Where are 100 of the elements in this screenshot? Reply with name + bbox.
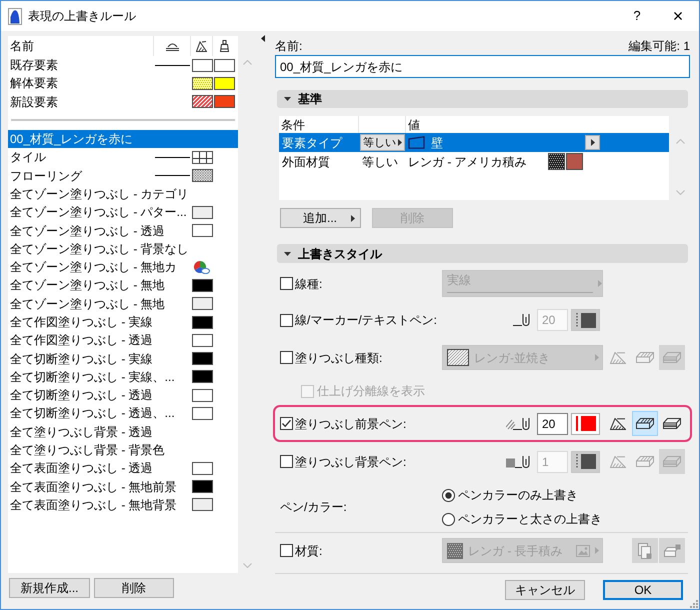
checkbox-label[interactable]: 塗りつぶし背景ペン: [295,454,406,470]
radio-button[interactable] [442,512,455,526]
value-menu-button[interactable] [585,135,600,150]
pen-icon [513,314,530,326]
disclosure-triangle-icon [284,97,291,101]
checkbox-label[interactable]: 塗りつぶし種類: [295,350,382,366]
rule-list-item[interactable]: 全て切断塗りつぶし - 実線 [8,349,238,368]
resize-grip-icon[interactable] [690,600,698,608]
checkbox[interactable] [280,417,293,430]
caret-right-icon [595,547,599,554]
rule-list-item[interactable]: 全てゾーン塗りつぶし - 無地 [8,294,238,313]
hatch-pen-icon [506,418,530,430]
hatch-pattern-icon [447,349,469,366]
column-header: 条件 [281,116,305,132]
shaded-slab-icon [663,352,681,363]
slab-icon [664,544,680,557]
collapse-arrow-icon[interactable] [261,35,265,42]
rule-list-item[interactable]: 全て表面塗りつぶし - 無地前景 [8,478,238,496]
field-label: ペン/カラー: [280,500,347,514]
new-button[interactable]: 新規作成... [9,578,90,598]
rule-list-item[interactable]: 全てゾーン塗りつぶし - 背景なし [8,240,238,258]
hatched-slab-icon [636,418,654,429]
radio-label[interactable]: ペンカラーのみ上書き [458,487,578,503]
section-header[interactable]: 基準 [277,90,688,108]
rule-list-item[interactable]: 全て塗りつぶし背景 - 透過 [8,422,238,441]
ok-button[interactable]: OK [603,580,683,600]
checkbox-label[interactable]: 材質: [295,542,322,558]
criteria-row[interactable]: 要素タイプ 等しい 壁 [279,133,669,152]
operator-button[interactable]: 等しい [360,134,405,151]
material-action-button[interactable] [659,538,685,563]
rule-list-item[interactable]: 全て塗りつぶし背景 - 背景色 [8,440,238,460]
tile-grid-icon [192,150,212,164]
field-label: 名前: [275,38,302,54]
column-header: 値 [408,116,420,132]
rule-list-item[interactable]: フローリング [8,166,238,185]
close-button[interactable]: × [657,1,699,31]
rule-list-item[interactable]: 既存要素 [8,56,238,74]
caret-right-icon [351,214,355,222]
table-cell: レンガ - アメリカ積み [408,154,527,170]
pages-icon [638,542,652,558]
shaded-slab-icon [663,418,681,429]
pen-number-field[interactable]: 20 [537,412,568,434]
rule-list-item[interactable]: 全て表面塗りつぶし - 透過 [8,459,238,478]
rule-list-item[interactable]: 全て切断塗りつぶし - 透過、... [8,404,238,423]
shaded-slab-icon [663,456,681,467]
rule-list-item[interactable]: 全てゾーン塗りつぶし - パター... [8,203,238,222]
radio-button[interactable] [442,488,455,502]
pen-color-button[interactable] [571,309,600,331]
rule-list-item[interactable]: 全て切断塗りつぶし - 透過 [8,386,238,404]
cancel-button[interactable]: キャンセル [505,580,585,600]
radio-label[interactable]: ペンカラーと太さの上書き [458,511,602,527]
line-sample-icon [447,292,593,293]
rule-list-item[interactable]: 解体要素 [8,74,238,93]
hatch-triangle-icon [610,352,626,364]
rule-list-item[interactable]: 全てゾーン塗りつぶし - 無地 [8,276,238,295]
rule-list-item[interactable]: 全てゾーン塗りつぶし - カテゴリ [8,184,238,204]
checkbox-label[interactable]: 塗りつぶし前景ペン: [295,416,406,432]
window-title: 表現の上書きルール [28,8,136,24]
rule-list-item[interactable]: 00_材質_レンガを赤に [8,130,238,148]
rule-list-item[interactable]: 全て表面塗りつぶし - 無地背景 [8,496,238,514]
fill-mode-button[interactable] [632,411,658,436]
color-wheel-icon [194,260,210,274]
rule-list-item[interactable]: タイル [8,148,238,166]
checkbox[interactable] [280,314,293,326]
edit-count: 編集可能: 1 [628,38,690,54]
criteria-row[interactable]: 外面材質 等しい レンガ - アメリカ積み [279,152,669,171]
column-header: 名前 [10,38,34,54]
table-cell: 壁 [431,134,443,150]
pen-color-button[interactable] [571,412,600,434]
help-button[interactable]: ? [617,1,657,31]
empty-swatch-icon [192,388,212,402]
checkbox[interactable] [280,455,293,468]
checkbox-label[interactable]: 線種: [295,276,322,292]
delete-button[interactable]: 削除 [94,578,174,598]
image-icon [576,544,590,556]
disclosure-triangle-icon [284,252,291,256]
checkbox[interactable] [280,351,293,364]
marker-icon [220,40,228,52]
quadrilateral-icon [408,136,425,149]
empty-swatch-icon [192,406,212,420]
add-button[interactable]: 追加... [280,208,361,228]
square-pen-icon [506,456,530,468]
material-action-button[interactable] [632,538,658,563]
caret-right-icon [595,354,599,361]
rule-list-item[interactable]: 全て切断塗りつぶし - 実線、... [8,368,238,386]
checkbox-label[interactable]: 線/マーカー/テキストペン: [295,312,438,328]
rule-list-item[interactable]: 新設要素 [8,92,238,111]
checkbox[interactable] [280,544,293,557]
rule-list-item[interactable]: 全てゾーン塗りつぶし - 無地カ [8,258,238,276]
pen-color-button[interactable] [571,450,600,472]
rule-list-item[interactable]: 全てゾーン塗りつぶし - 透過 [8,221,238,240]
rule-list-item[interactable]: 全て作図塗りつぶし - 実線 [8,312,238,332]
pattern-swatch-icon [447,542,463,558]
caret-right-icon [598,280,602,287]
checkbox[interactable] [280,277,293,290]
name-input[interactable]: 00_材質_レンガを赤に [275,55,690,78]
hatch-triangle-icon [196,40,207,52]
section-header[interactable]: 上書きスタイル [277,244,688,263]
table-cell: 外面材質 [282,154,330,168]
rule-list-item[interactable]: 全て作図塗りつぶし - 透過 [8,331,238,350]
